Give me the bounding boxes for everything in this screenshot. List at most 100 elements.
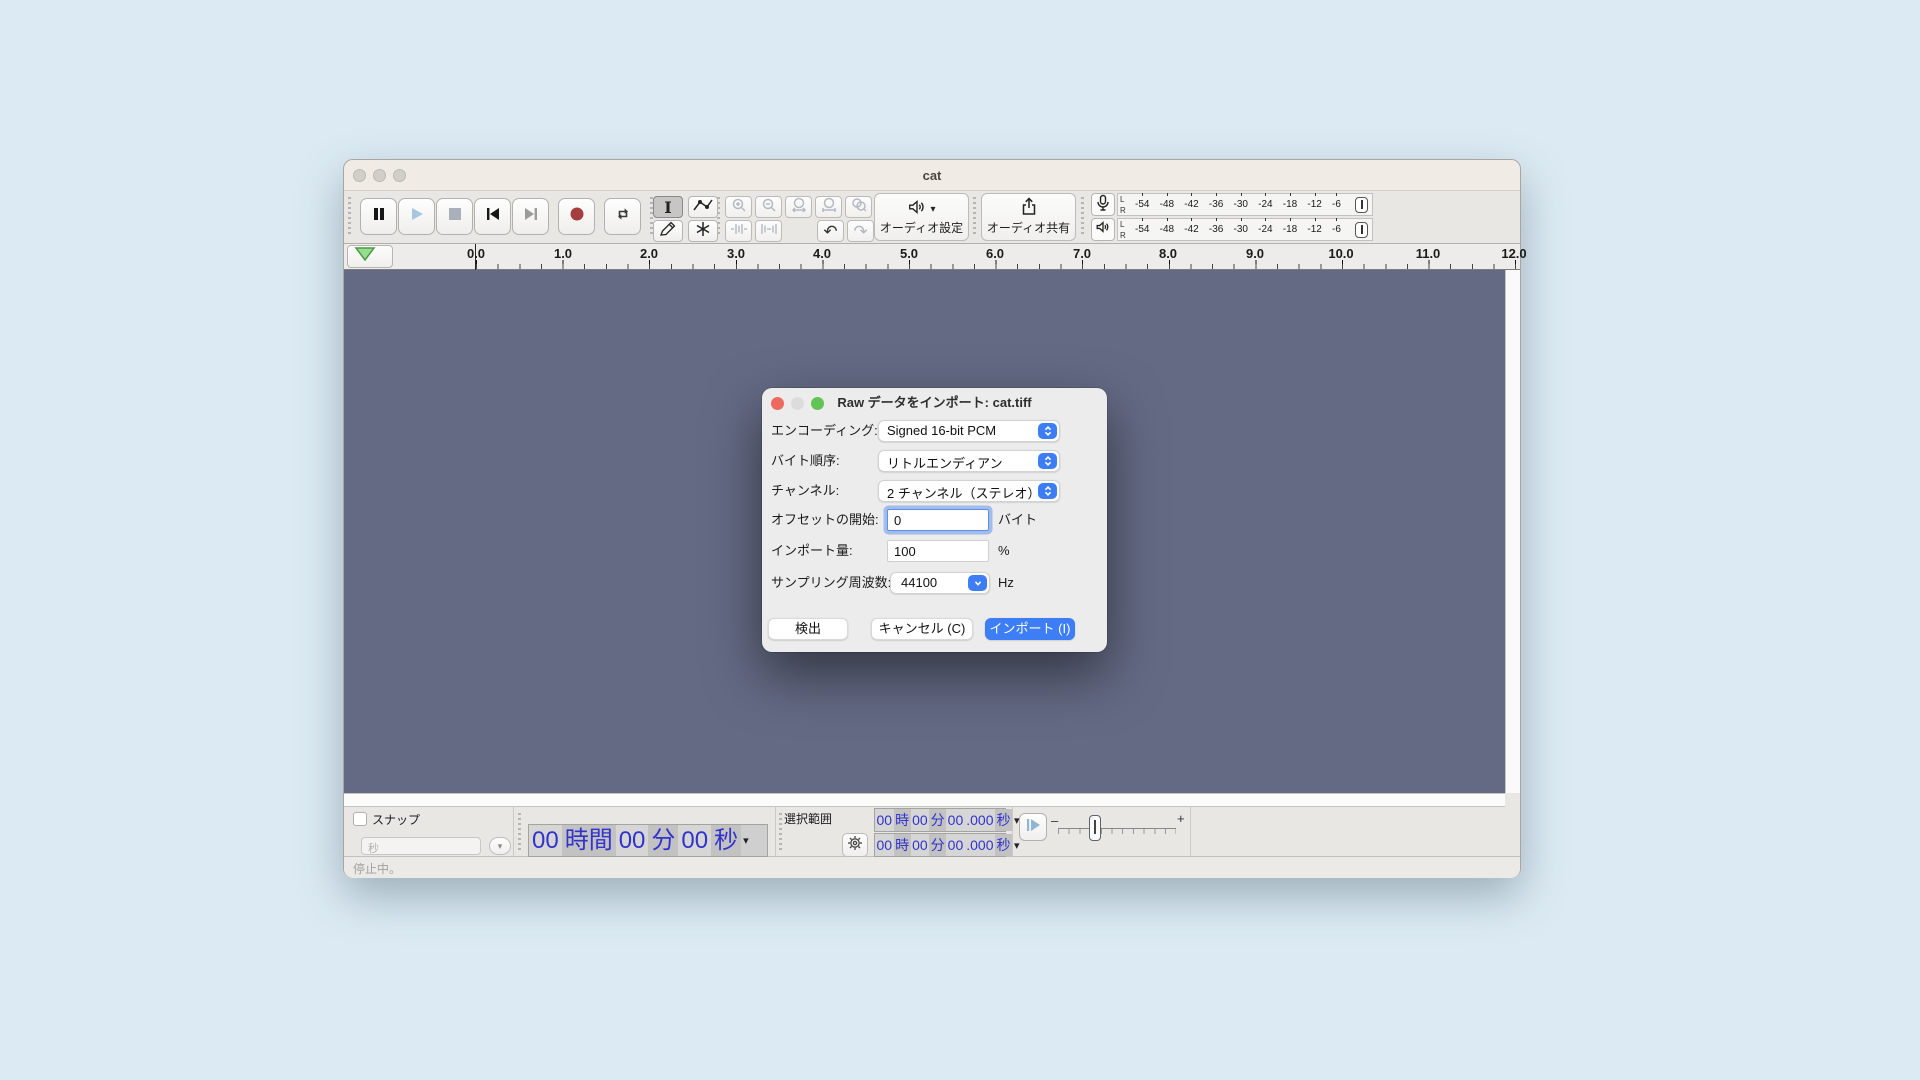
audio-setup-button[interactable]: ▾ オーディオ設定 (874, 193, 969, 241)
microphone-icon (1096, 194, 1110, 216)
channels-dropdown[interactable]: 2 チャンネル（ステレオ） (878, 480, 1060, 502)
speed-slider-plus[interactable]: + (1177, 811, 1185, 826)
pause-button[interactable] (360, 198, 397, 235)
share-icon (1020, 197, 1038, 221)
audio-share-button[interactable]: オーディオ共有 (981, 193, 1076, 241)
ruler-label: 11.0 (1416, 246, 1441, 261)
meter-channel-r: R (1120, 230, 1126, 241)
cancel-button[interactable]: キャンセル (C) (871, 618, 973, 640)
time-segment[interactable]: 00 (678, 825, 711, 856)
encoding-dropdown[interactable]: Signed 16-bit PCM (878, 420, 1060, 442)
import-button[interactable]: インポート (I) (985, 618, 1075, 640)
trim-outside-selection-button[interactable] (725, 220, 752, 242)
fit-project-button[interactable] (815, 196, 842, 218)
skip-to-end-icon (523, 206, 539, 227)
silence-selection-button[interactable] (755, 220, 782, 242)
timeline-ruler[interactable]: 0.0 1.0 2.0 3.0 4.0 5.0 6.0 7.0 8.0 9.0 … (344, 244, 1520, 270)
meter-channel-l: L (1120, 194, 1126, 205)
multi-tool-icon (695, 221, 711, 242)
offset-input[interactable] (887, 509, 989, 531)
draw-tool-button[interactable] (653, 220, 683, 242)
record-meter[interactable]: LR -54-48-42-36-30-24-18-12-6 (1117, 193, 1373, 216)
speaker-icon (907, 198, 927, 221)
stop-button[interactable] (436, 198, 473, 235)
time-segment[interactable]: 00 (616, 825, 649, 856)
import-amount-input[interactable] (887, 540, 989, 562)
loop-button[interactable] (604, 198, 641, 235)
record-icon (569, 206, 585, 227)
share-toolbar-grip[interactable] (973, 197, 976, 237)
time-format-dropdown-icon[interactable]: ▾ (741, 834, 751, 847)
ruler-label: 0.0 (467, 246, 485, 261)
multi-tool-button[interactable] (688, 220, 718, 242)
play-meter-slider[interactable] (1355, 222, 1368, 238)
ruler-label: 10.0 (1328, 246, 1353, 261)
dialog-titlebar[interactable]: Raw データをインポート: cat.tiff (762, 388, 1107, 418)
speed-slider-thumb[interactable] (1089, 815, 1101, 841)
play-meter-button[interactable] (1091, 218, 1115, 241)
status-bar: 停止中。 (344, 857, 1520, 878)
import-amount-label: インポート量: (771, 540, 853, 562)
caret-down-icon: ▾ (930, 204, 935, 215)
import-raw-dialog: Raw データをインポート: cat.tiff エンコーディング: Signed… (762, 388, 1107, 652)
redo-button[interactable]: ↷ (847, 220, 874, 242)
snap-checkbox[interactable] (353, 812, 367, 826)
ruler-label: 2.0 (640, 246, 658, 261)
combo-chevron-icon (968, 575, 987, 591)
ruler-label: 4.0 (813, 246, 831, 261)
snap-unit-combobox[interactable]: 秒 (361, 837, 481, 855)
selection-format-dropdown-icon[interactable]: ▾ (1012, 839, 1022, 852)
undo-button[interactable]: ↶ (817, 220, 844, 242)
window-titlebar[interactable]: cat (344, 160, 1520, 191)
fit-selection-button[interactable] (785, 196, 812, 218)
play-at-speed-button[interactable] (1019, 813, 1047, 841)
horizontal-scrollbar[interactable] (344, 793, 1505, 807)
record-button[interactable] (558, 198, 595, 235)
selection-tool-button[interactable]: I (653, 196, 683, 218)
dialog-title: Raw データをインポート: cat.tiff (762, 388, 1107, 418)
meter-toolbar-grip[interactable] (1081, 197, 1084, 237)
transport-toolbar-grip[interactable] (348, 197, 351, 237)
byte-order-dropdown[interactable]: リトルエンディアン (878, 450, 1060, 472)
zoom-in-button[interactable] (725, 196, 752, 218)
envelope-tool-button[interactable] (688, 196, 718, 218)
byte-order-label: バイト順序: (771, 450, 840, 472)
selection-toolbar-grip[interactable] (779, 813, 782, 850)
record-meter-slider[interactable] (1355, 197, 1368, 213)
sample-rate-label: サンプリング周波数: (771, 572, 891, 594)
stop-icon (448, 207, 462, 226)
record-meter-button[interactable] (1091, 193, 1115, 216)
selection-end-field[interactable]: 00時間00分00.000秒 ▾ (874, 833, 1006, 857)
stepper-icon (1038, 423, 1057, 439)
ruler-label: 12.0 (1501, 246, 1526, 261)
time-toolbar-grip[interactable] (518, 813, 521, 850)
chevron-down-icon: ▾ (498, 841, 503, 852)
selection-options-button[interactable] (842, 833, 868, 857)
speaker-small-icon (1095, 220, 1111, 239)
detect-button[interactable]: 検出 (768, 618, 848, 640)
loop-region-button[interactable] (347, 245, 393, 268)
sample-rate-unit: Hz (998, 572, 1014, 594)
meter-channel-r: R (1120, 205, 1126, 216)
skip-to-start-button[interactable] (474, 198, 511, 235)
vertical-scrollbar[interactable] (1505, 270, 1520, 793)
fit-selection-icon (791, 197, 807, 218)
zoom-toggle-button[interactable] (845, 196, 872, 218)
audio-position-display[interactable]: 00 時間 00 分 00 秒 ▾ (528, 824, 768, 857)
zoom-out-button[interactable] (755, 196, 782, 218)
play-meter[interactable]: LR -54-48-42-36-30-24-18-12-6 (1117, 218, 1373, 241)
stepper-icon (1038, 483, 1057, 499)
ruler-label: 6.0 (986, 246, 1004, 261)
bottom-toolbar-dock: スナップ 秒 ▾ 00 時間 00 分 00 秒 ▾ 選択範囲 00時間00分0… (344, 807, 1520, 857)
snap-unit-dropdown-button[interactable]: ▾ (489, 837, 511, 855)
ruler-label: 5.0 (900, 246, 918, 261)
selection-start-field[interactable]: 00時間00分00.000秒 ▾ (874, 808, 1006, 832)
import-amount-unit: % (998, 540, 1010, 562)
ruler-label: 7.0 (1073, 246, 1091, 261)
time-segment[interactable]: 00 (529, 825, 562, 856)
skip-to-end-button[interactable] (512, 198, 549, 235)
play-button[interactable] (398, 198, 435, 235)
speed-slider-minus[interactable]: – (1051, 813, 1058, 828)
loop-icon (614, 205, 632, 228)
sample-rate-combobox[interactable]: 44100 (890, 572, 990, 594)
